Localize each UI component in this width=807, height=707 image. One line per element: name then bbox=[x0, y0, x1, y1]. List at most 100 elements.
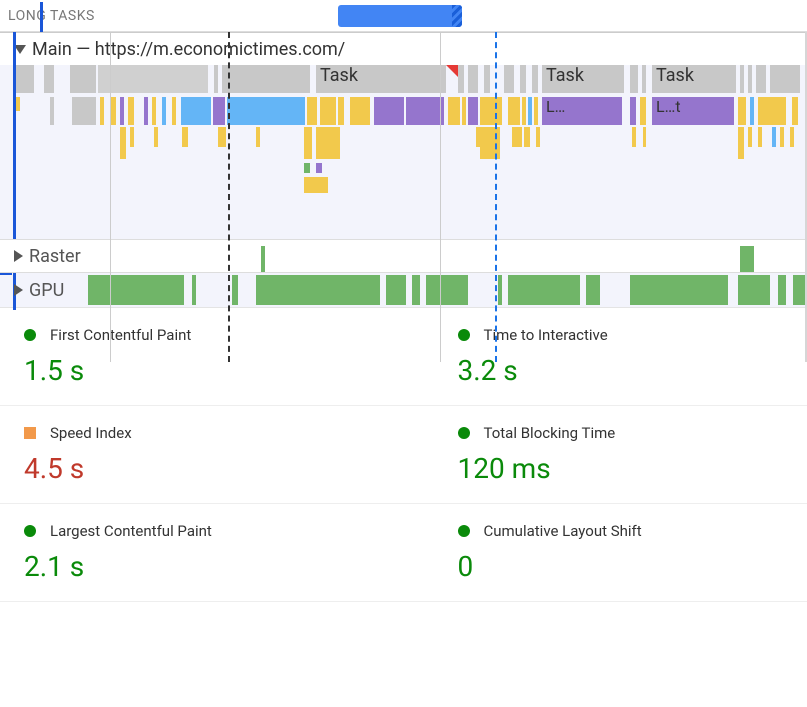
activity-segment[interactable] bbox=[16, 97, 20, 111]
activity-segment[interactable] bbox=[792, 97, 798, 125]
task-segment[interactable] bbox=[630, 65, 638, 93]
activity-segment[interactable] bbox=[144, 97, 148, 125]
raster-segment[interactable] bbox=[740, 246, 754, 272]
activity-segment[interactable] bbox=[316, 127, 340, 159]
gpu-segment[interactable] bbox=[508, 275, 580, 305]
task-segment[interactable] bbox=[214, 65, 218, 93]
task-segment[interactable] bbox=[642, 65, 646, 93]
gpu-segment[interactable] bbox=[412, 275, 420, 305]
activity-segment[interactable] bbox=[338, 97, 344, 125]
activity-segment[interactable] bbox=[162, 97, 166, 125]
activity-segment[interactable] bbox=[120, 127, 126, 159]
activity-segment[interactable] bbox=[406, 97, 444, 125]
activity-segment[interactable] bbox=[256, 127, 260, 147]
gpu-segment[interactable] bbox=[738, 275, 770, 305]
expand-icon[interactable] bbox=[14, 284, 23, 296]
activity-segment[interactable] bbox=[316, 163, 322, 173]
gpu-segment[interactable] bbox=[426, 275, 468, 305]
gpu-segment[interactable] bbox=[192, 275, 196, 305]
activity-segment[interactable] bbox=[748, 127, 752, 147]
activity-segment[interactable] bbox=[100, 97, 104, 125]
gpu-segment[interactable] bbox=[386, 275, 406, 305]
activity-segment[interactable] bbox=[480, 127, 500, 159]
activity-segment[interactable] bbox=[534, 97, 538, 125]
activity-segment[interactable] bbox=[218, 127, 226, 147]
activity-segment[interactable] bbox=[304, 177, 328, 193]
activity-segment[interactable] bbox=[524, 127, 530, 147]
gpu-segment[interactable] bbox=[793, 275, 805, 305]
metric-lcp[interactable]: Largest Contentful Paint 2.1 s bbox=[0, 504, 374, 602]
task-segment[interactable] bbox=[484, 65, 490, 93]
activity-segment[interactable] bbox=[213, 97, 225, 125]
task-segment[interactable] bbox=[504, 65, 514, 93]
activity-segment[interactable] bbox=[790, 127, 794, 147]
long-tasks-track[interactable]: LONG TASKS bbox=[0, 0, 807, 32]
raster-track[interactable]: Raster bbox=[0, 239, 807, 273]
activity-segment[interactable] bbox=[528, 97, 532, 125]
activity-segment[interactable] bbox=[320, 97, 336, 125]
task-segment[interactable] bbox=[532, 65, 538, 93]
activity-segment[interactable] bbox=[522, 97, 526, 125]
metric-tbt[interactable]: Total Blocking Time 120 ms bbox=[434, 406, 807, 504]
activity-segment[interactable] bbox=[172, 97, 176, 125]
task-segment[interactable] bbox=[44, 65, 54, 93]
activity-segment[interactable] bbox=[152, 97, 156, 125]
activity-segment[interactable] bbox=[448, 97, 460, 125]
task-segment[interactable] bbox=[756, 65, 766, 93]
activity-segment[interactable] bbox=[738, 97, 746, 125]
activity-segment[interactable] bbox=[508, 97, 520, 125]
main-track[interactable]: Main — https://m.economictimes.com/ Task… bbox=[0, 32, 807, 307]
activity-segment[interactable] bbox=[304, 163, 310, 173]
task-segment[interactable] bbox=[458, 65, 464, 93]
activity-segment[interactable] bbox=[758, 97, 786, 125]
activity-segment[interactable] bbox=[758, 127, 762, 147]
metric-tti[interactable]: Time to Interactive 3.2 s bbox=[434, 308, 807, 406]
gpu-segment[interactable] bbox=[232, 275, 238, 305]
activity-segment[interactable] bbox=[227, 97, 305, 125]
raster-segment[interactable] bbox=[261, 246, 265, 272]
metric-si[interactable]: Speed Index 4.5 s bbox=[0, 406, 374, 504]
activity-segment[interactable] bbox=[374, 97, 404, 125]
task-segment[interactable] bbox=[70, 65, 96, 93]
long-task-segment[interactable] bbox=[338, 5, 462, 27]
activity-segment[interactable] bbox=[307, 97, 317, 125]
activity-segment[interactable] bbox=[468, 97, 478, 125]
activity-segment[interactable] bbox=[50, 97, 54, 125]
gpu-segment[interactable] bbox=[630, 275, 728, 305]
task-segment[interactable] bbox=[222, 65, 310, 93]
activity-segment[interactable] bbox=[350, 97, 370, 125]
task-segment[interactable] bbox=[740, 65, 744, 93]
task-segment[interactable]: Task bbox=[316, 65, 446, 93]
activity-segment[interactable]: L…t bbox=[652, 97, 734, 125]
task-segment[interactable] bbox=[748, 65, 752, 93]
main-track-header[interactable]: Main — https://m.economictimes.com/ bbox=[0, 33, 807, 65]
activity-segment[interactable] bbox=[130, 127, 134, 147]
gpu-segment[interactable] bbox=[498, 275, 502, 305]
activity-segment[interactable] bbox=[780, 127, 784, 147]
activity-segment[interactable] bbox=[640, 97, 646, 125]
task-segment[interactable]: Task bbox=[652, 65, 736, 93]
task-segment[interactable] bbox=[16, 65, 34, 93]
activity-segment[interactable] bbox=[516, 127, 522, 147]
activity-segment[interactable] bbox=[772, 127, 776, 147]
metric-cls[interactable]: Cumulative Layout Shift 0 bbox=[434, 504, 807, 602]
activity-segment[interactable] bbox=[480, 97, 502, 125]
gpu-segment[interactable] bbox=[88, 275, 184, 305]
task-segment[interactable] bbox=[520, 65, 526, 93]
task-segment[interactable] bbox=[468, 65, 478, 93]
activity-segment[interactable] bbox=[72, 97, 96, 125]
activity-segment[interactable] bbox=[120, 97, 124, 125]
activity-segment[interactable] bbox=[154, 127, 158, 147]
task-segment[interactable] bbox=[98, 65, 208, 93]
task-segment[interactable] bbox=[770, 65, 800, 93]
activity-segment[interactable] bbox=[128, 97, 134, 125]
activity-segment[interactable] bbox=[181, 97, 211, 125]
gpu-segment[interactable] bbox=[778, 275, 786, 305]
metric-fcp[interactable]: First Contentful Paint 1.5 s bbox=[0, 308, 374, 406]
gpu-track[interactable]: GPU bbox=[0, 273, 807, 307]
activity-segment[interactable] bbox=[304, 127, 312, 159]
task-segment[interactable]: Task bbox=[542, 65, 624, 93]
gpu-segment[interactable] bbox=[256, 275, 380, 305]
activity-segment[interactable] bbox=[630, 97, 636, 125]
activity-segment[interactable] bbox=[536, 127, 540, 147]
